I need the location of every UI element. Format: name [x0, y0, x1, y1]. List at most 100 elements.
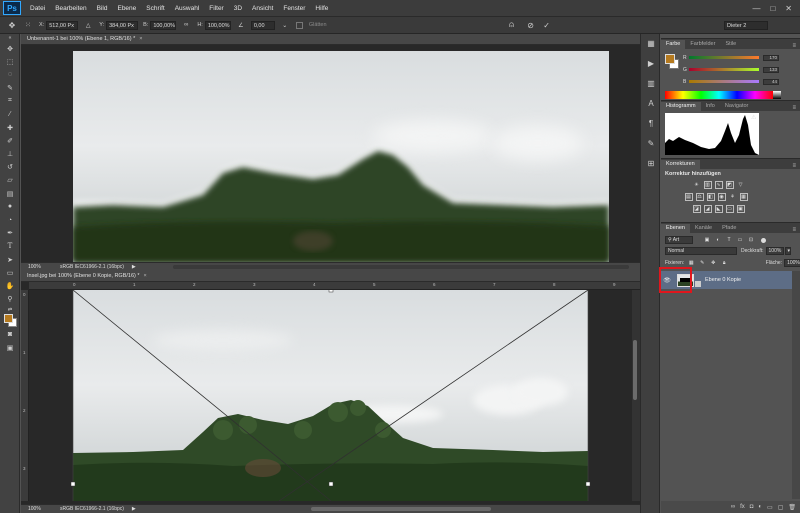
- history-brush-tool-icon[interactable]: ↺: [0, 161, 20, 174]
- new-group-icon[interactable]: ▭: [767, 504, 773, 511]
- document-tab-2[interactable]: Insel.jpg bei 100% (Ebene 0 Kopie, RGB/1…: [21, 271, 640, 282]
- layer-name[interactable]: Ebene 0 Kopie: [705, 277, 741, 283]
- link-icon[interactable]: ∞: [181, 20, 191, 30]
- maximize-button[interactable]: □: [770, 4, 775, 13]
- document-tab-1[interactable]: Unbenannt-1 bei 100% (Ebene 1, RGB/16) *…: [21, 34, 640, 45]
- red-slider[interactable]: [689, 56, 759, 59]
- blue-value[interactable]: 44: [763, 78, 779, 85]
- tab-histogramm[interactable]: Histogramm: [661, 102, 701, 111]
- height-field[interactable]: 100,00%: [204, 20, 231, 30]
- transform-bounding-box[interactable]: [29, 290, 632, 501]
- tab-kanaele[interactable]: Kanäle: [690, 224, 717, 233]
- add-mask-icon[interactable]: ◘: [750, 504, 754, 510]
- interpolation-icon[interactable]: ⌄: [280, 20, 290, 30]
- tab-info[interactable]: Info: [701, 102, 720, 111]
- link-layers-icon[interactable]: ∞: [731, 504, 735, 510]
- threshold-icon[interactable]: ◣: [714, 205, 723, 213]
- lock-transparency-icon[interactable]: ▦: [687, 259, 695, 267]
- filter-toggle[interactable]: [760, 237, 766, 243]
- blur-tool-icon[interactable]: ●: [0, 200, 20, 213]
- pen-tool-icon[interactable]: ✒: [0, 227, 20, 240]
- filter-shape-icon[interactable]: ▭: [736, 236, 744, 244]
- menu-filter[interactable]: Filter: [204, 5, 228, 12]
- minimize-button[interactable]: —: [752, 4, 760, 13]
- spectrum-black-white[interactable]: [773, 91, 781, 99]
- lock-position-icon[interactable]: ✥: [709, 259, 717, 267]
- clone-source-panel-icon[interactable]: ⊞: [642, 156, 660, 170]
- panel-menu-icon[interactable]: ≡: [792, 43, 800, 49]
- selective-color-icon[interactable]: ▣: [736, 205, 745, 213]
- crop-tool-icon[interactable]: ⌗: [0, 95, 20, 108]
- type-tool-icon[interactable]: T: [0, 240, 20, 253]
- hue-saturation-icon[interactable]: ▤: [684, 193, 693, 201]
- brightness-contrast-icon[interactable]: ☀: [693, 181, 701, 189]
- eraser-tool-icon[interactable]: ▱: [0, 174, 20, 187]
- y-field[interactable]: 384,00 Px: [106, 20, 139, 30]
- horizontal-scrollbar-2[interactable]: [311, 507, 491, 511]
- status-arrow-icon[interactable]: ▶: [132, 264, 136, 270]
- canvas-1[interactable]: [21, 45, 640, 262]
- opacity-dropdown[interactable]: ▾: [784, 247, 791, 255]
- lock-all-icon[interactable]: 🔒︎: [720, 259, 728, 267]
- dodge-tool-icon[interactable]: ◔: [0, 213, 20, 226]
- brush-tool-icon[interactable]: ✐: [0, 134, 20, 147]
- move-tool-icon[interactable]: ✥: [7, 20, 17, 30]
- panel-menu-icon[interactable]: ≡: [792, 163, 800, 169]
- gradient-map-icon[interactable]: ▭: [725, 205, 734, 213]
- delete-layer-icon[interactable]: 🗑︎: [788, 504, 796, 511]
- smooth-checkbox[interactable]: [295, 21, 303, 29]
- blue-slider[interactable]: [689, 80, 759, 83]
- marquee-tool-icon[interactable]: ⬚: [0, 55, 20, 68]
- paragraph-panel-icon[interactable]: ¶: [642, 116, 660, 130]
- menu-bild[interactable]: Bild: [92, 5, 113, 12]
- levels-icon[interactable]: ▥: [703, 181, 712, 189]
- color-balance-icon[interactable]: ⚖: [695, 193, 704, 201]
- horizontal-scrollbar-1[interactable]: [173, 265, 629, 269]
- vertical-scrollbar-2[interactable]: [632, 290, 640, 501]
- canvas-2[interactable]: [29, 290, 632, 501]
- hand-tool-icon[interactable]: ✋: [0, 279, 20, 292]
- invert-icon[interactable]: ◪: [692, 205, 701, 213]
- color-lookup-icon[interactable]: ▦: [739, 193, 748, 201]
- panel-menu-icon[interactable]: ≡: [792, 105, 800, 111]
- close-button[interactable]: ✕: [785, 4, 792, 13]
- menu-hilfe[interactable]: Hilfe: [310, 5, 333, 12]
- screen-mode-icon[interactable]: ▣: [0, 341, 20, 354]
- close-document-icon[interactable]: ×: [144, 273, 147, 279]
- reference-point-icon[interactable]: ⁙: [23, 20, 33, 30]
- histogram-warning-icon[interactable]: ⚠: [751, 114, 756, 121]
- exposure-icon[interactable]: ◩: [725, 181, 734, 189]
- collapse-icon[interactable]: «: [0, 34, 20, 42]
- filter-type-icon[interactable]: T: [725, 236, 733, 244]
- move-tool-icon[interactable]: ✥: [0, 42, 20, 55]
- path-selection-tool-icon[interactable]: ➤: [0, 253, 20, 266]
- properties-panel-icon[interactable]: ▥: [642, 76, 660, 90]
- character-panel-icon[interactable]: A: [642, 96, 660, 110]
- menu-3d[interactable]: 3D: [229, 5, 247, 12]
- vibrance-icon[interactable]: ▽: [737, 181, 745, 189]
- tab-pfade[interactable]: Pfade: [717, 224, 741, 233]
- angle-field[interactable]: 0,00: [250, 20, 275, 30]
- tab-farbfelder[interactable]: Farbfelder: [685, 40, 720, 49]
- fill-field[interactable]: 100%: [784, 259, 800, 267]
- panel-menu-icon[interactable]: ≡: [792, 227, 800, 233]
- brush-panel-icon[interactable]: ✎: [642, 136, 660, 150]
- status-arrow-icon[interactable]: ▶: [132, 506, 136, 512]
- actions-panel-icon[interactable]: ▶: [642, 56, 660, 70]
- swap-colors-icon[interactable]: ⇄: [0, 306, 20, 314]
- tab-farbe[interactable]: Farbe: [661, 40, 686, 49]
- vertical-ruler[interactable]: 0 1 2 3: [21, 290, 29, 501]
- color-spectrum[interactable]: [665, 91, 773, 99]
- black-white-icon[interactable]: ◧: [706, 193, 715, 201]
- quick-mask-icon[interactable]: ◙: [0, 328, 20, 341]
- lasso-tool-icon[interactable]: ◌: [0, 68, 20, 81]
- zoom-tool-icon[interactable]: ⚲: [0, 293, 20, 306]
- shape-tool-icon[interactable]: ▭: [0, 266, 20, 279]
- posterize-icon[interactable]: ◢: [703, 205, 712, 213]
- layer-filter-select[interactable]: ⚲ Art: [665, 236, 693, 244]
- eyedropper-tool-icon[interactable]: ⁄: [0, 108, 20, 121]
- filter-adjustment-icon[interactable]: ◐: [714, 236, 722, 244]
- tab-ebenen[interactable]: Ebenen: [661, 224, 690, 233]
- healing-brush-tool-icon[interactable]: ✚: [0, 121, 20, 134]
- width-field[interactable]: 100,00%: [150, 20, 177, 30]
